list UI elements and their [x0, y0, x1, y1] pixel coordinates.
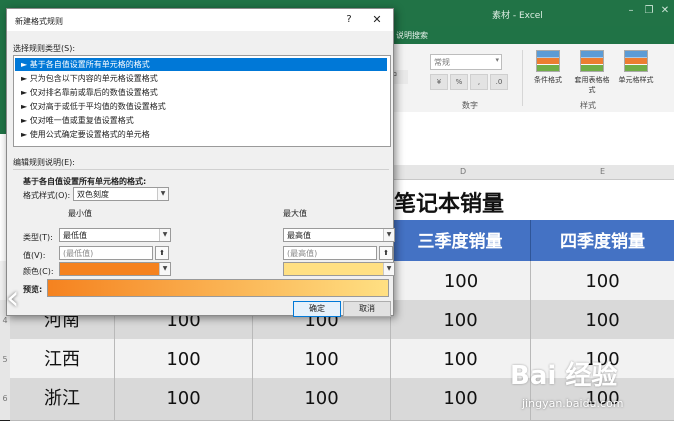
header-cell-q3[interactable]: 三季度销量 — [390, 220, 531, 264]
ribbon: 常规 ▾ ¥ % , .0 数字 条件格式 套用表格格式 单元格样式 样式 — [390, 44, 674, 113]
column-header-d[interactable]: D — [460, 167, 466, 176]
row-number[interactable]: 5 — [0, 339, 10, 381]
max-color-picker[interactable]: ▼ — [283, 262, 395, 276]
dialog-title: 新建格式规则 — [15, 17, 63, 26]
restore-icon[interactable]: ❐ — [644, 6, 654, 16]
min-header: 最小值 — [68, 209, 92, 218]
table-cell[interactable]: 100 — [115, 378, 253, 421]
conditional-format-label: 条件格式 — [534, 76, 562, 84]
close-button[interactable]: ✕ — [369, 13, 385, 27]
table-cell[interactable]: 100 — [531, 261, 674, 304]
group-number-label: 数字 — [462, 101, 478, 110]
chevron-down-icon: ▼ — [159, 263, 170, 275]
excel-title: 素材 - Excel — [492, 11, 543, 21]
format-as-table-button[interactable]: 套用表格格式 — [572, 50, 612, 98]
format-all-label: 基于各自值设置所有单元格的格式: — [23, 177, 147, 186]
baidu-jingyan-logo: Bai 经验 — [510, 361, 618, 391]
chevron-left-icon[interactable]: ‹ — [6, 278, 32, 318]
min-type-select[interactable]: 最低值 ▼ — [59, 228, 171, 242]
number-format-select[interactable]: 常规 ▾ — [430, 54, 502, 70]
rule-type-item-all-cells[interactable]: ► 基于各自值设置所有单元格的格式 — [15, 58, 387, 71]
sheet-title[interactable]: 笔记本销量 — [390, 180, 590, 220]
max-range-picker-icon[interactable]: ⬆ — [379, 246, 393, 260]
rule-description-panel: 基于各自值设置所有单元格的格式: 格式样式(O): 双色刻度 ▼ 最小值 最大值… — [13, 169, 395, 310]
header-cell-q4[interactable]: 四季度销量 — [531, 220, 674, 264]
description-label: 编辑规则说明(E): — [13, 158, 75, 167]
chevron-down-icon: ▼ — [383, 263, 394, 275]
watermark-url: jingyan.baidu.com — [522, 397, 624, 410]
ok-button[interactable]: 确定 — [293, 301, 341, 317]
preview-gradient — [47, 279, 389, 297]
format-style-value: 双色刻度 — [77, 190, 109, 199]
sheet-title-text: 笔记本销量 — [394, 192, 505, 217]
color-label: 颜色(C): — [23, 267, 54, 276]
chevron-down-icon: ▼ — [157, 188, 168, 200]
watermark: Bai 经验 jingyan.baidu.com — [510, 345, 670, 415]
row-number[interactable]: 6 — [0, 378, 10, 420]
tell-me-search[interactable]: 说明搜索 — [396, 30, 428, 41]
table-cell[interactable]: 江西 — [10, 339, 115, 382]
min-value-placeholder: (最低值) — [63, 249, 94, 258]
dialog-titlebar[interactable]: 新建格式规则 ? ✕ — [7, 9, 393, 31]
rule-type-item-top-bottom[interactable]: ► 仅对排名靠前或靠后的数值设置格式 — [15, 86, 387, 99]
format-as-table-label: 套用表格格式 — [574, 76, 610, 94]
group-style-label: 样式 — [580, 101, 596, 110]
chevron-down-icon: ▾ — [495, 56, 499, 64]
chevron-down-icon: ▼ — [383, 229, 394, 241]
new-format-rule-dialog: 新建格式规则 ? ✕ 选择规则类型(S): ► 基于各自值设置所有单元格的格式 … — [6, 8, 395, 317]
chevron-down-icon: ▼ — [159, 229, 170, 241]
rule-type-label: 选择规则类型(S): — [13, 44, 76, 53]
table-cell[interactable]: 100 — [531, 300, 674, 343]
max-value-placeholder: (最高值) — [287, 249, 318, 258]
min-color-picker[interactable]: ▼ — [59, 262, 171, 276]
cancel-button[interactable]: 取消 — [343, 301, 391, 317]
max-value-input[interactable]: (最高值) — [283, 246, 377, 260]
rule-type-item-unique[interactable]: ► 仅对唯一值或重复值设置格式 — [15, 114, 387, 127]
number-format-value: 常规 — [434, 58, 450, 67]
percent-icon[interactable]: % — [450, 74, 468, 90]
table-cell[interactable]: 浙江 — [10, 378, 115, 421]
max-header: 最大值 — [283, 209, 307, 218]
table-cell[interactable]: 100 — [253, 339, 391, 382]
value-label: 值(V): — [23, 251, 46, 260]
rule-type-item-formula[interactable]: ► 使用公式确定要设置格式的单元格 — [15, 128, 387, 141]
help-button[interactable]: ? — [341, 13, 357, 27]
close-window-icon[interactable]: ✕ — [660, 6, 670, 16]
rule-type-item-contains[interactable]: ► 只为包含以下内容的单元格设置格式 — [15, 72, 387, 85]
type-label: 类型(T): — [23, 233, 53, 242]
cell-styles-label: 单元格样式 — [618, 76, 654, 84]
min-type-value: 最低值 — [63, 231, 87, 240]
currency-icon[interactable]: ¥ — [430, 74, 448, 90]
ribbon-divider — [522, 50, 523, 106]
min-range-picker-icon[interactable]: ⬆ — [155, 246, 169, 260]
max-type-value: 最高值 — [287, 231, 311, 240]
format-style-label: 格式样式(O): — [23, 191, 71, 200]
excel-titlebar: 素材 - Excel – ❐ ✕ — [390, 0, 674, 26]
conditional-format-icon — [536, 50, 560, 72]
minimize-icon[interactable]: – — [626, 6, 636, 16]
rule-type-list[interactable]: ► 基于各自值设置所有单元格的格式 ► 只为包含以下内容的单元格设置格式 ► 仅… — [13, 55, 391, 147]
column-headers: D E — [390, 165, 674, 180]
format-style-select[interactable]: 双色刻度 ▼ — [73, 187, 169, 201]
decimal-icon[interactable]: .0 — [490, 74, 508, 90]
column-header-e[interactable]: E — [600, 167, 605, 176]
formula-bar[interactable] — [390, 112, 674, 135]
table-cell[interactable]: 100 — [391, 300, 531, 343]
max-type-select[interactable]: 最高值 ▼ — [283, 228, 395, 242]
table-cell[interactable]: 100 — [115, 339, 253, 382]
table-cell[interactable]: 100 — [253, 378, 391, 421]
rule-type-item-average[interactable]: ► 仅对高于或低于平均值的数值设置格式 — [15, 100, 387, 113]
comma-icon[interactable]: , — [470, 74, 488, 90]
min-value-input[interactable]: (最低值) — [59, 246, 153, 260]
cell-styles-icon — [624, 50, 648, 72]
table-icon — [580, 50, 604, 72]
conditional-format-button[interactable]: 条件格式 — [528, 50, 568, 98]
table-cell[interactable]: 100 — [392, 261, 531, 304]
cell-styles-button[interactable]: 单元格样式 — [616, 50, 656, 98]
